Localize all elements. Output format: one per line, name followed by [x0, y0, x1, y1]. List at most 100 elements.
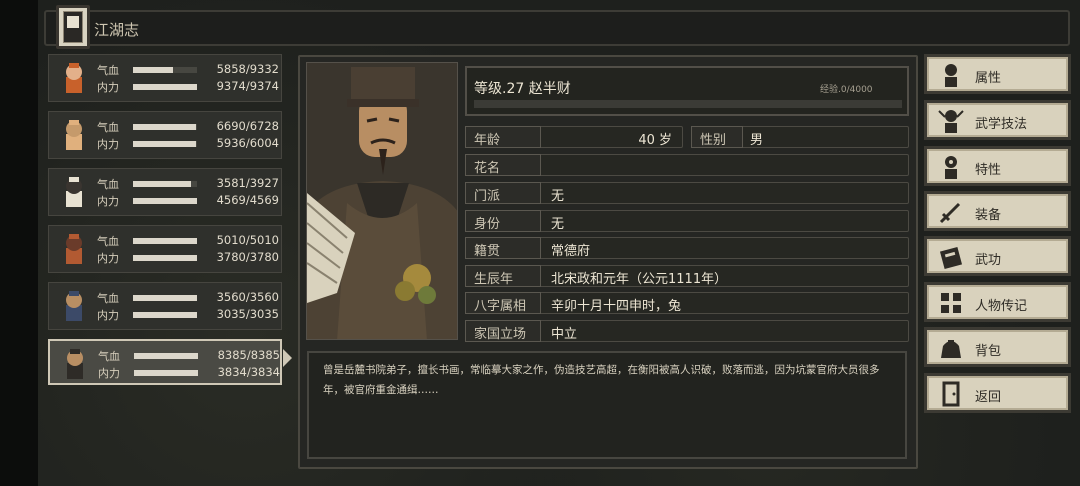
- hp-bar: [133, 295, 197, 301]
- member-avatar: [66, 177, 82, 207]
- person-stats-icon: [945, 64, 957, 87]
- left-edge: [0, 0, 38, 486]
- sword-icon: [939, 202, 961, 224]
- menu-label: 背包: [975, 344, 1002, 359]
- biography-button[interactable]: 人物传记: [924, 282, 1071, 322]
- menu-label: 武功: [975, 253, 1002, 268]
- hp-bar: [133, 238, 197, 244]
- party-member-card[interactable]: 气血 6690/6728 内力 5936/6004: [48, 111, 282, 159]
- mp-bar: [134, 370, 198, 376]
- trait-icon: [945, 156, 957, 179]
- traits-button[interactable]: 特性: [924, 146, 1071, 186]
- kungfu-button[interactable]: 武功: [924, 236, 1071, 276]
- mp-label: 内力: [97, 252, 119, 265]
- age-label: 年龄: [465, 126, 541, 148]
- hp-label: 气血: [98, 350, 120, 363]
- mp-bar-fill: [133, 84, 197, 90]
- hp-bar-fill: [133, 67, 174, 73]
- hp-value: 5010/5010: [216, 233, 279, 247]
- menu-label: 特性: [975, 163, 1002, 178]
- hp-value: 3581/3927: [216, 176, 279, 190]
- mp-value: 9374/9374: [216, 79, 279, 93]
- selection-arrow-icon: [283, 349, 292, 367]
- mp-bar-fill: [133, 141, 197, 147]
- birth-value: 北宋政和元年（公元1111年）: [551, 272, 728, 287]
- sect-label: 门派: [465, 182, 541, 204]
- mp-value: 3780/3780: [216, 250, 279, 264]
- hp-bar-fill: [133, 238, 197, 244]
- menu-label: 属性: [975, 71, 1002, 86]
- party-member-card[interactable]: 气血 5010/5010 内力 3780/3780: [48, 225, 282, 273]
- backpack-button[interactable]: 背包: [924, 327, 1071, 367]
- mp-bar: [133, 84, 197, 90]
- hp-label: 气血: [97, 235, 119, 248]
- hp-bar: [133, 124, 197, 130]
- level-and-name: 等级.27 赵半财: [474, 81, 571, 97]
- origin-label: 籍贯: [465, 237, 541, 259]
- hp-value: 8385/8385: [217, 348, 280, 362]
- stance-label: 家国立场: [465, 320, 541, 342]
- gender-label: 性别: [691, 126, 743, 148]
- status-value: 无: [551, 217, 565, 232]
- attributes-button[interactable]: 属性: [924, 54, 1071, 94]
- member-avatar: [67, 349, 83, 379]
- birth-label: 生辰年: [465, 265, 541, 287]
- hp-bar-fill: [133, 181, 192, 187]
- hp-bar: [134, 353, 198, 359]
- experience-text: 经验.0/4000: [820, 85, 873, 95]
- mp-bar: [133, 141, 197, 147]
- hp-bar: [133, 67, 197, 73]
- title-bar: [44, 10, 1070, 46]
- member-avatar: [66, 291, 82, 321]
- mp-bar-fill: [133, 312, 197, 318]
- mp-label: 内力: [98, 367, 120, 380]
- door-exit-icon: [942, 381, 960, 407]
- party-member-card[interactable]: 气血 3560/3560 内力 3035/3035: [48, 282, 282, 330]
- menu-label: 武学技法: [975, 117, 1028, 132]
- alias-label: 花名: [465, 154, 541, 176]
- equipment-button[interactable]: 装备: [924, 191, 1071, 231]
- gender-value: 男: [750, 133, 764, 148]
- biography-text: 曾是岳麓书院弟子，擅长书画，常临摹大家之作，伪造技艺高超，在衡阳被高人识破，败落…: [323, 364, 880, 396]
- party-member-card[interactable]: 气血 8385/8385 内力 3834/3834: [48, 339, 282, 385]
- member-avatar: [66, 120, 82, 150]
- hp-value: 6690/6728: [216, 119, 279, 133]
- hp-bar: [133, 181, 197, 187]
- hp-value: 5858/9332: [216, 62, 279, 76]
- page-title: 江湖志: [94, 21, 140, 39]
- party-member-card[interactable]: 气血 3581/3927 内力 4569/4569: [48, 168, 282, 216]
- hp-label: 气血: [97, 64, 119, 77]
- bag-icon: [941, 340, 961, 358]
- back-button[interactable]: 返回: [924, 373, 1071, 413]
- experience-bar: [474, 100, 902, 108]
- hp-bar-fill: [134, 353, 198, 359]
- chronicle-book-icon: [56, 5, 90, 49]
- origin-value: 常德府: [551, 244, 591, 259]
- menu-label: 返回: [975, 390, 1002, 405]
- scholar-portrait-art: [307, 63, 457, 339]
- hp-bar-fill: [133, 124, 197, 130]
- age-value: 40 岁: [638, 133, 672, 148]
- martial-techniques-button[interactable]: 武学技法: [924, 100, 1071, 140]
- hp-label: 气血: [97, 292, 119, 305]
- mp-label: 内力: [97, 309, 119, 322]
- party-member-card[interactable]: 气血 5858/9332 内力 9374/9374: [48, 54, 282, 102]
- member-avatar: [66, 63, 82, 93]
- mp-value: 5936/6004: [216, 136, 279, 150]
- manual-book-icon: [939, 246, 963, 270]
- hp-value: 3560/3560: [216, 290, 279, 304]
- status-label: 身份: [465, 210, 541, 232]
- bazi-label: 八字属相: [465, 292, 541, 314]
- menu-label: 人物传记: [975, 299, 1028, 314]
- mp-label: 内力: [97, 195, 119, 208]
- menu-label: 装备: [975, 208, 1002, 223]
- hp-bar-fill: [133, 295, 197, 301]
- hp-label: 气血: [97, 121, 119, 134]
- mp-bar-fill: [133, 198, 197, 204]
- character-portrait: [306, 62, 458, 340]
- biography-icon: [941, 293, 961, 313]
- member-avatar: [66, 234, 82, 264]
- mp-bar: [133, 198, 197, 204]
- mp-label: 内力: [97, 81, 119, 94]
- mp-value: 3834/3834: [217, 365, 280, 379]
